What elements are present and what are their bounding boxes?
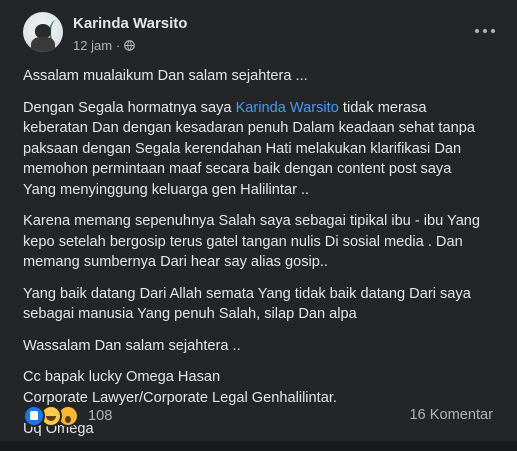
text-before-mention: Dengan Segala hormatnya saya — [23, 99, 236, 116]
paragraph-apology: Dengan Segala hormatnya saya Karinda War… — [23, 98, 503, 201]
comment-count-link[interactable]: 16 Komentar — [409, 407, 493, 423]
globe-icon — [124, 40, 136, 51]
paragraph-cc: Cc bapak lucky Omega Hasan Corporate Law… — [23, 367, 503, 408]
text-line: Wassalam Dan salam sejahtera .. — [23, 337, 241, 354]
post-time[interactable]: 12 jam — [73, 38, 112, 53]
text-line: sebagai manusia Yang penuh Salah, silap … — [23, 306, 357, 322]
reaction-count: 108 — [88, 408, 113, 424]
avatar[interactable] — [23, 12, 63, 52]
text-line: memang sumbernya Dari hear say alias gos… — [23, 254, 328, 270]
text-line: Assalam mualaikum Dan salam sejahtera ..… — [23, 68, 308, 84]
text-line: Yang baik datang Dari Allah semata Yang … — [23, 285, 471, 302]
text-line: Dengan Segala hormatnya saya Karinda War… — [23, 98, 503, 119]
more-horizontal-icon[interactable] — [475, 27, 495, 35]
text-line: Yang menyinggung keluarga gen Halilintar… — [23, 181, 310, 198]
text-line: memohon permintaan maaf secara baik deng… — [23, 161, 452, 177]
post-footer: 108 16 Komentar — [23, 405, 493, 427]
reactions-summary[interactable]: 108 — [23, 405, 112, 427]
post-meta: 12 jam · — [73, 38, 136, 53]
mention-link[interactable]: Karinda Warsito — [236, 100, 339, 116]
paragraph-admission: Karena memang sepenuhnya Salah saya seba… — [23, 211, 503, 273]
text-line: Cc bapak lucky Omega Hasan — [23, 369, 221, 385]
text-line: paksaan dengan Segala kerendahan Hati me… — [23, 140, 462, 157]
paragraph-reflection: Yang baik datang Dari Allah semata Yang … — [23, 284, 503, 325]
like-icon — [23, 405, 45, 427]
text-after-mention: tidak merasa — [338, 99, 427, 116]
avatar-body — [31, 37, 55, 52]
avatar-head — [35, 24, 51, 38]
paragraph-greeting: Assalam mualaikum Dan salam sejahtera ..… — [23, 66, 503, 87]
post-header: Karinda Warsito 12 jam · — [0, 0, 517, 62]
time-separator: · — [116, 38, 121, 53]
text-line: kepo setelah bergosip terus gatel tangan… — [23, 233, 463, 250]
author-name[interactable]: Karinda Warsito — [73, 15, 187, 32]
text-line: keberatan Dan dengan kesadaran penuh Dal… — [23, 120, 475, 136]
text-line: Karena memang sepenuhnya Salah saya seba… — [23, 213, 481, 229]
post-content: Assalam mualaikum Dan salam sejahtera ..… — [23, 66, 503, 451]
paragraph-closing: Wassalam Dan salam sejahtera .. — [23, 336, 503, 357]
facebook-post: Karinda Warsito 12 jam · Assalam mualaik… — [0, 0, 517, 441]
